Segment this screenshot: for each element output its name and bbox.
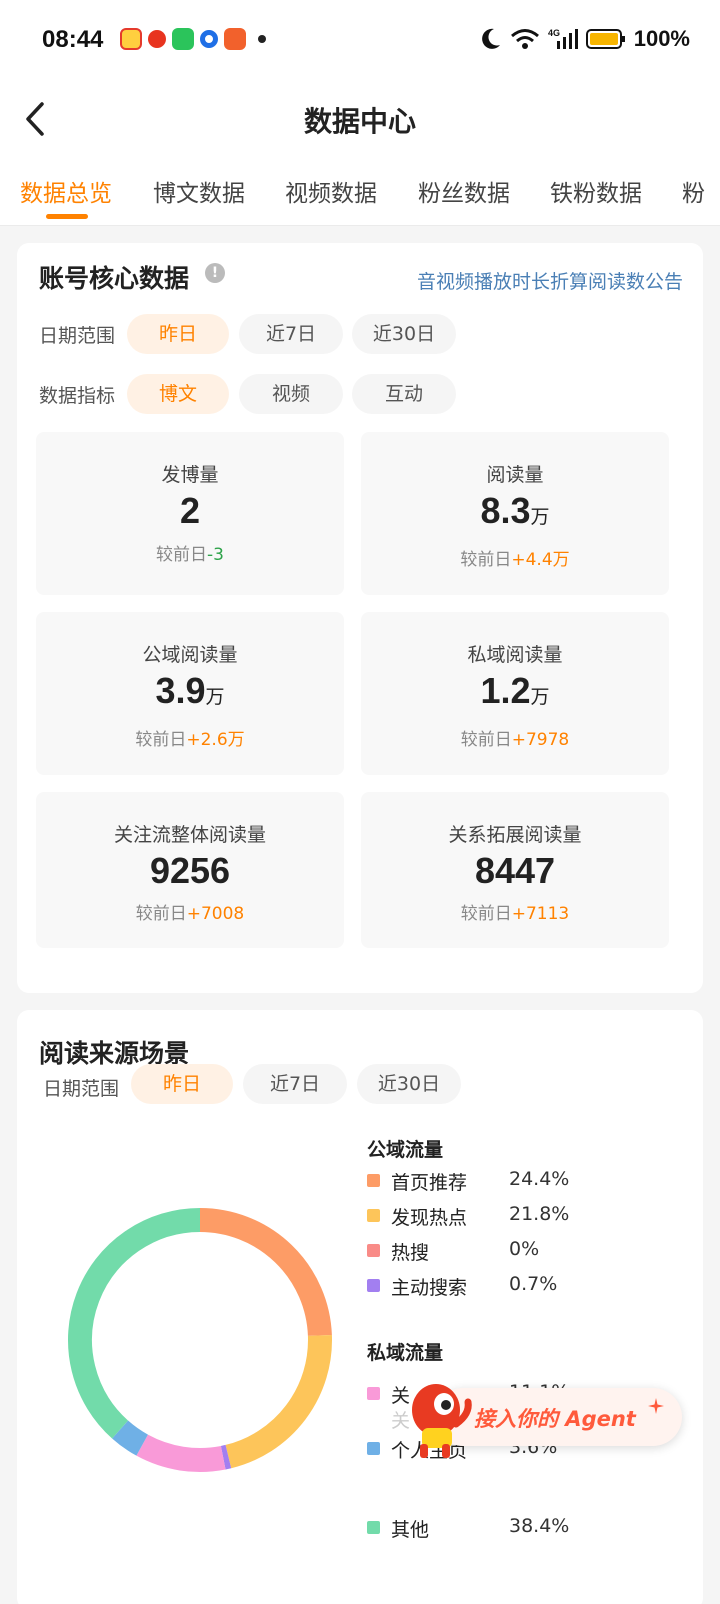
legend-group-private: 私域流量 (367, 1342, 444, 1364)
legend-name: 热搜 (391, 1242, 430, 1264)
stat-value: 8.3万 (480, 490, 550, 531)
core-data-card: 账号核心数据 ! 音视频播放时长折算阅读数公告 日期范围 昨日 近7日 近30日… (17, 243, 703, 993)
stat-value: 8447 (474, 850, 556, 891)
stat-public-reads[interactable]: 公域阅读量 3.9万 较前日+2.6万 (36, 612, 344, 775)
red-app-icon (148, 30, 166, 48)
tab-active-indicator (46, 214, 88, 219)
read-source-card: 阅读来源场景 日期范围 昨日 近7日 近30日 公域流量 私域流量 首页推荐 24… (17, 1010, 703, 1604)
legend-name: 发现热点 (391, 1207, 468, 1229)
info-icon[interactable]: ! (205, 263, 225, 283)
legend-percent: 38.4% (509, 1515, 570, 1537)
tab-overview[interactable]: 数据总览 (20, 174, 112, 208)
read-source-donut-chart (68, 1208, 332, 1472)
date-chip-7days[interactable]: 近7日 (239, 314, 343, 354)
source-date-chip-30days[interactable]: 近30日 (357, 1064, 461, 1104)
donut-slice-3[interactable] (220, 1444, 232, 1470)
more-notifications-icon (258, 35, 266, 43)
stat-compare: 较前日+4.4万 (460, 550, 570, 570)
legend-group-public: 公域流量 (367, 1139, 444, 1161)
stat-relation-reads[interactable]: 关系拓展阅读量 8447 较前日+7113 (361, 792, 669, 948)
tab-posts[interactable]: 博文数据 (153, 174, 245, 208)
tab-more[interactable]: 粉 (682, 174, 705, 208)
metric-chip-interaction[interactable]: 互动 (352, 374, 456, 414)
stat-compare: 较前日+7008 (135, 904, 245, 924)
date-range-label: 日期范围 (43, 1078, 120, 1100)
legend-swatch (367, 1244, 380, 1257)
stat-label: 关注流整体阅读量 (113, 824, 266, 846)
stat-value: 1.2万 (480, 670, 550, 711)
tab-iron-fans[interactable]: 铁粉数据 (550, 174, 642, 208)
legend-name: 主动搜索 (391, 1277, 468, 1299)
stat-label: 公域阅读量 (142, 644, 238, 666)
stat-value: 2 (179, 490, 201, 531)
stat-compare: 较前日+7113 (460, 904, 570, 924)
sparkle-icon (648, 1398, 664, 1414)
donut-slice-6[interactable] (112, 1420, 149, 1456)
tab-videos[interactable]: 视频数据 (285, 174, 377, 208)
agent-floating-button[interactable]: 接入你的 Agent (398, 1374, 688, 1460)
wechat-icon (172, 28, 194, 50)
legend-swatch (367, 1442, 380, 1455)
signal-icon: 4G (548, 28, 578, 49)
legend-percent: 0% (509, 1238, 540, 1260)
stat-label: 私域阅读量 (467, 644, 563, 666)
weibo-icon (120, 28, 142, 50)
metric-label: 数据指标 (39, 385, 116, 407)
stat-private-reads[interactable]: 私域阅读量 1.2万 较前日+7978 (361, 612, 669, 775)
donut-slice-7[interactable] (68, 1208, 201, 1439)
legend-swatch (367, 1209, 380, 1222)
tab-fans[interactable]: 粉丝数据 (418, 174, 510, 208)
legend-name: 首页推荐 (391, 1172, 468, 1194)
stat-compare: 较前日+7978 (460, 730, 570, 750)
stat-posts[interactable]: 发博量 2 较前日-3 (36, 432, 344, 595)
legend-swatch (367, 1521, 380, 1534)
moon-icon (481, 28, 500, 49)
legend-swatch (367, 1387, 380, 1400)
network-type: 4G (548, 28, 560, 38)
legend-swatch (367, 1279, 380, 1292)
stat-compare: 较前日-3 (156, 545, 224, 565)
source-date-chip-7days[interactable]: 近7日 (243, 1064, 347, 1104)
stat-label: 发博量 (161, 464, 219, 486)
orange-app-icon (224, 28, 246, 50)
core-data-title: 账号核心数据 (39, 264, 190, 293)
legend-percent: 24.4% (509, 1168, 570, 1190)
metric-chip-video[interactable]: 视频 (239, 374, 343, 414)
stat-label: 关系拓展阅读量 (448, 824, 582, 846)
source-date-chip-yesterday[interactable]: 昨日 (131, 1064, 233, 1104)
agent-label: 接入你的 Agent (474, 1407, 636, 1431)
battery-percent: 100% (633, 26, 690, 51)
system-status: 4G 100% (480, 26, 690, 52)
page-title: 数据中心 (303, 105, 416, 138)
status-bar: 08:44 4G 100% (0, 0, 720, 80)
mascot-icon (412, 1384, 472, 1458)
legend-percent: 0.7% (509, 1273, 558, 1295)
date-range-label: 日期范围 (39, 325, 116, 347)
stat-label: 阅读量 (486, 464, 544, 486)
donut-slice-0[interactable] (199, 1208, 332, 1337)
tab-bar: 数据总览 博文数据 视频数据 粉丝数据 铁粉数据 粉 (0, 158, 720, 226)
date-chip-yesterday[interactable]: 昨日 (127, 314, 229, 354)
legend-percent: 21.8% (509, 1203, 570, 1225)
donut-slice-4[interactable] (136, 1434, 226, 1472)
battery-icon (585, 29, 625, 49)
donut-slice-1[interactable] (225, 1335, 332, 1469)
stat-compare: 较前日+2.6万 (135, 730, 245, 750)
stat-value: 9256 (149, 850, 231, 891)
status-time: 08:44 (42, 26, 104, 53)
legend-swatch (367, 1174, 380, 1187)
metric-chip-posts[interactable]: 博文 (127, 374, 229, 414)
blue-app-icon (200, 30, 218, 48)
date-chip-30days[interactable]: 近30日 (352, 314, 456, 354)
nav-bar: 数据中心 (0, 80, 720, 158)
legend-name: 其他 (391, 1519, 430, 1541)
stat-follow-feed-reads[interactable]: 关注流整体阅读量 9256 较前日+7008 (36, 792, 344, 948)
stat-reads[interactable]: 阅读量 8.3万 较前日+4.4万 (361, 432, 669, 595)
stat-value: 3.9万 (155, 670, 225, 711)
wifi-icon (510, 29, 539, 49)
notice-link[interactable]: 音视频播放时长折算阅读数公告 (417, 267, 683, 294)
notification-icons (120, 28, 266, 50)
